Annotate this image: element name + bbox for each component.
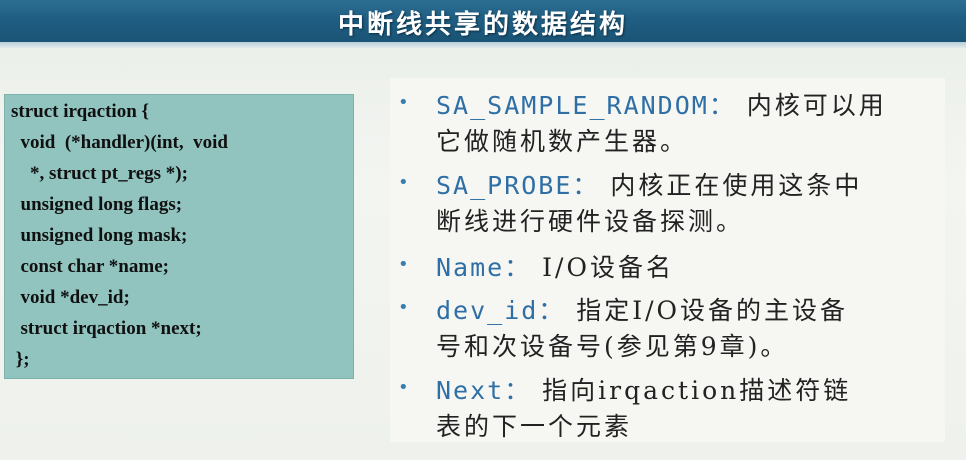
code-line: unsigned long flags; — [11, 194, 183, 215]
item-text-continued: 断线进行硬件设备探测。 — [436, 207, 745, 236]
item-text: I/O设备名 — [531, 253, 674, 282]
code-block: struct irqaction { void (*handler)(int, … — [4, 94, 354, 379]
code-line: const char *name; — [11, 256, 169, 277]
bullet-dot-icon: • — [398, 377, 409, 398]
code-line: struct irqaction *next; — [11, 318, 202, 339]
list-item: dev_id： 指定I/O设备的主设备 — [436, 291, 848, 327]
title-underline — [0, 42, 966, 48]
title-bar: 中断线共享的数据结构 — [0, 0, 966, 42]
item-text: 内核正在使用这条中 — [599, 171, 863, 200]
item-key: Next： — [436, 376, 532, 405]
bullet-dot-icon: • — [398, 254, 409, 275]
item-text-continued: 表的下一个元素 — [436, 412, 633, 441]
list-item: SA_SAMPLE_RANDOM： 内核可以用 — [436, 86, 887, 122]
item-text: 内核可以用 — [735, 91, 887, 120]
code-line: unsigned long mask; — [11, 225, 188, 246]
code-line: void *dev_id; — [11, 287, 130, 308]
list-item: SA_PROBE： 内核正在使用这条中 — [436, 166, 862, 202]
code-line: struct irqaction { — [11, 101, 150, 122]
slide-title: 中断线共享的数据结构 — [337, 10, 628, 40]
item-key: dev_id： — [436, 296, 566, 325]
bullet-dot-icon: • — [398, 297, 409, 318]
code-line: }; — [11, 349, 30, 370]
item-key: SA_SAMPLE_RANDOM： — [436, 91, 736, 120]
code-line: *, struct pt_regs *); — [11, 163, 188, 184]
item-text: 指定I/O设备的主设备 — [565, 296, 849, 325]
item-text: 指向irqaction描述符链 — [531, 376, 852, 405]
item-key: Name： — [436, 253, 532, 282]
list-item: Next： 指向irqaction描述符链 — [436, 371, 851, 407]
item-text-continued: 它做随机数产生器。 — [436, 127, 689, 156]
description-panel: • SA_SAMPLE_RANDOM： 内核可以用 它做随机数产生器。 • SA… — [390, 78, 945, 442]
bullet-dot-icon: • — [398, 92, 409, 113]
list-item: Name： I/O设备名 — [436, 248, 674, 284]
bullet-dot-icon: • — [398, 172, 409, 193]
item-text-continued: 号和次设备号(参见第9章)。 — [436, 332, 789, 361]
item-key: SA_PROBE： — [436, 171, 600, 200]
code-line: void (*handler)(int, void — [11, 132, 228, 153]
